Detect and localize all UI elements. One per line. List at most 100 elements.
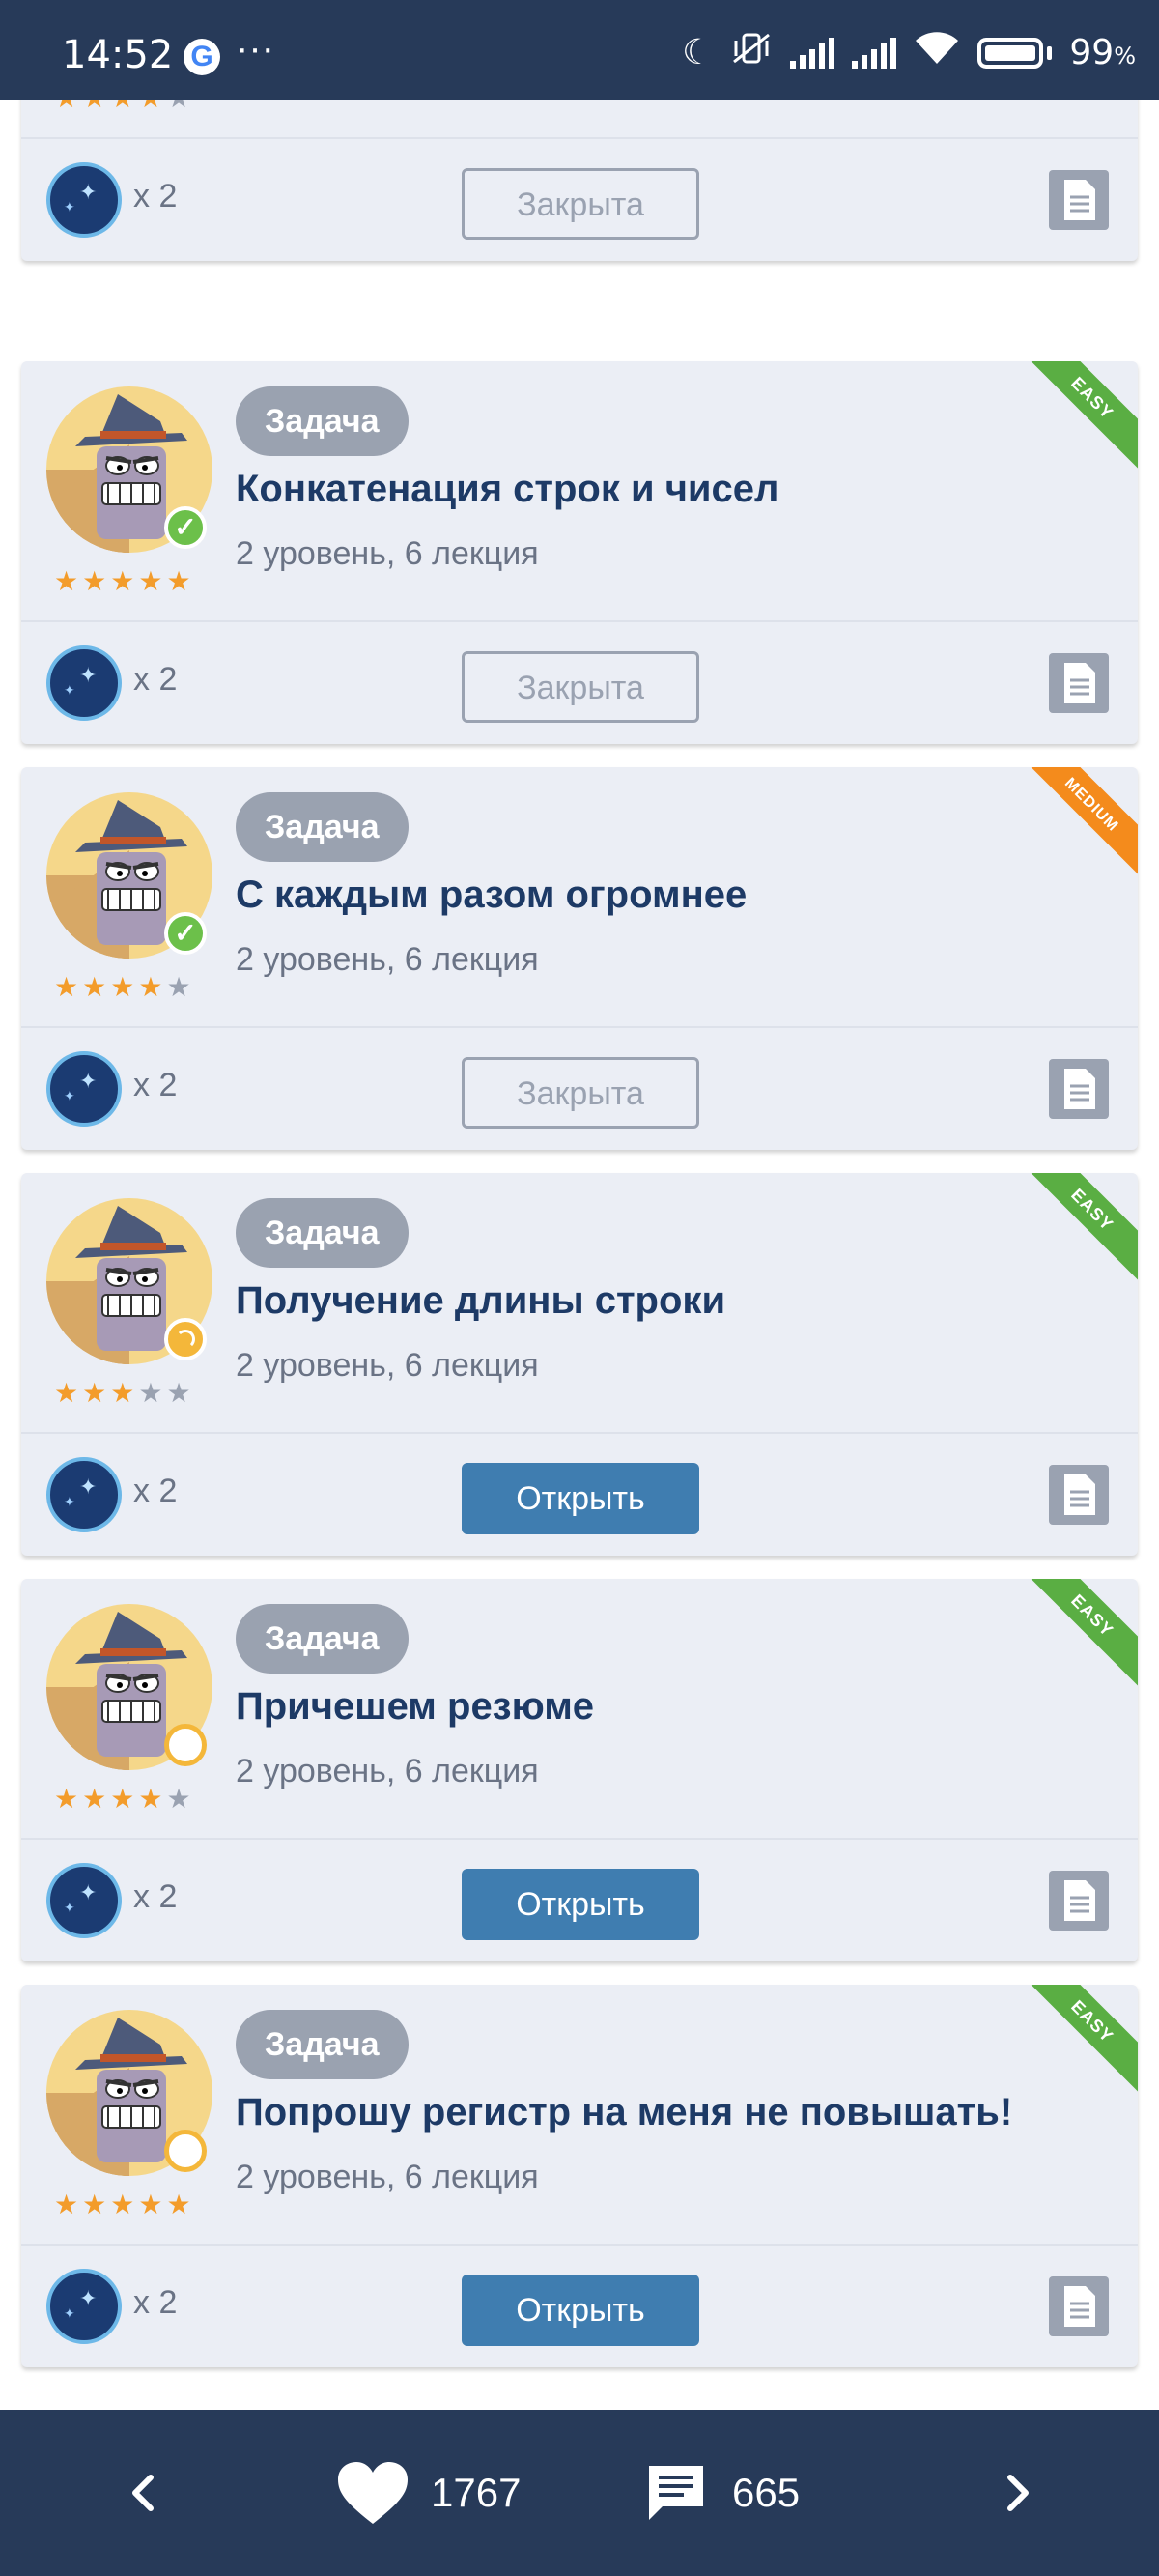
rating-stars: ★★★★★ [54, 568, 209, 595]
dark-matter-coin-icon [46, 2269, 122, 2344]
difficulty-ribbon: EASY [1022, 361, 1138, 469]
dark-matter-coin-icon [46, 1457, 122, 1532]
task-title[interactable]: Конкатенация строк и чисел [236, 468, 778, 511]
task-card[interactable]: ★ ★ ★ ★ ★ Задача Получение длины строки 2 урове… [21, 1173, 1138, 1556]
difficulty-ribbon: EASY [1022, 1985, 1138, 2092]
comments-button[interactable]: 665 [645, 2410, 800, 2576]
battery-icon [977, 37, 1044, 69]
status-done-icon [164, 912, 207, 955]
task-card-header: ★ ★ ★ ★ ★ Задача Попрошу регистр на меня не по… [21, 1985, 1138, 2246]
signal-icon-1 [790, 37, 835, 69]
task-card-footer: x 2 Закрыта [21, 1028, 1138, 1150]
difficulty-ribbon: EASY [1022, 1579, 1138, 1686]
task-meta: 2 уровень, 6 лекция [236, 1347, 539, 1384]
star-icon: ★ [82, 1377, 107, 1409]
task-card-footer: x 2 Открыть [21, 2246, 1138, 2367]
task-meta: 2 уровень, 6 лекция [236, 1753, 539, 1789]
star-icon: ★ [166, 1783, 191, 1815]
rating-stars: ★★★★★ [54, 974, 209, 1001]
dark-matter-coin-icon [46, 162, 122, 238]
task-type-badge: Задача [236, 1604, 409, 1674]
reward-multiplier: x 2 [133, 1067, 178, 1103]
star-icon: ★ [166, 565, 191, 597]
star-icon: ★ [82, 971, 107, 1003]
star-icon: ★ [166, 2189, 191, 2220]
status-open-icon [164, 1724, 207, 1766]
task-type-badge: Задача [236, 1198, 409, 1268]
difficulty-ribbon: EASY [1022, 1173, 1138, 1280]
comments-count: 665 [732, 2470, 801, 2515]
star-icon: ★ [82, 565, 107, 597]
task-card-footer: x 2 Открыть [21, 1840, 1138, 1961]
star-icon: ★ [110, 2189, 135, 2220]
task-closed-button[interactable]: Закрыта [462, 651, 699, 723]
task-title[interactable]: Причешем резюме [236, 1685, 594, 1729]
task-title[interactable]: Попрошу регистр на меня не повышать! [236, 2091, 1012, 2134]
difficulty-ribbon: MEDIUM [1022, 767, 1138, 874]
more-notifications-icon: ··· [236, 27, 274, 70]
heart-icon [338, 2462, 408, 2524]
task-card-header: ★★★★★ Задача Конкатенация строк и чисел 2 у… [21, 361, 1138, 622]
task-meta: 2 уровень, 6 лекция [236, 2159, 539, 2195]
star-icon: ★ [166, 971, 191, 1003]
task-title[interactable]: Получение длины строки [236, 1279, 725, 1323]
document-icon[interactable] [1049, 1465, 1109, 1525]
task-closed-button[interactable]: Закрыта [462, 168, 699, 240]
moon-icon: ☾ [682, 33, 714, 72]
forward-arrow-icon[interactable] [999, 2410, 1037, 2576]
reward-multiplier: x 2 [133, 661, 178, 698]
star-icon: ★ [138, 971, 163, 1003]
task-card[interactable]: ★★★★★ЗадачаС каждым разом огромнее2 уров… [21, 767, 1138, 1150]
task-card-footer: x 2 Закрыта [21, 622, 1138, 744]
star-icon: ★ [138, 1377, 163, 1409]
task-open-button[interactable]: Открыть [462, 2275, 699, 2346]
battery-tip [1047, 45, 1053, 60]
wifi-icon [914, 31, 960, 74]
rating-stars: ★★★★★ [54, 1786, 209, 1813]
status-open-icon [164, 2130, 207, 2172]
task-type-badge: Задача [236, 386, 409, 456]
task-type-badge: Задача [236, 792, 409, 862]
reward-multiplier: x 2 [133, 1473, 178, 1509]
task-title[interactable]: С каждым разом огромнее [236, 873, 747, 917]
document-icon[interactable] [1049, 2276, 1109, 2336]
task-card[interactable]: ★★★★★ Задача Конкатенация строк и чисел 2 у… [21, 361, 1138, 744]
task-card-footer: x 2 Открыть [21, 1434, 1138, 1556]
google-icon: G [184, 39, 220, 75]
task-closed-button[interactable]: Закрыта [462, 1057, 699, 1129]
task-card[interactable]: ★ ★ ★ ★ ★ Задача Попрошу регистр на меня не по… [21, 1985, 1138, 2367]
rating-stars: ★★★★★ [54, 1380, 209, 1407]
dark-matter-coin-icon [46, 645, 122, 721]
status-progress-icon [164, 1318, 207, 1360]
task-open-button[interactable]: Открыть [462, 1869, 699, 1940]
dark-matter-coin-icon [46, 1863, 122, 1938]
document-icon[interactable] [1049, 1871, 1109, 1931]
rating-stars: ★★★★★ [54, 2191, 209, 2218]
likes-count: 1767 [431, 2470, 522, 2515]
task-card-header: ★ ★ ★ ★ ★ Задача Причешем резюме 2 уровень, 6 л… [21, 1579, 1138, 1840]
reward-multiplier: x 2 [133, 178, 178, 215]
status-done-icon [164, 506, 207, 549]
document-icon[interactable] [1049, 1059, 1109, 1119]
like-button[interactable]: 1767 [336, 2410, 521, 2576]
star-icon: ★ [82, 1783, 107, 1815]
battery-level: 99% [1069, 33, 1136, 72]
reward-multiplier: x 2 [133, 2284, 178, 2321]
task-card-header: ★★★★★ЗадачаС каждым разом огромнее2 уров… [21, 767, 1138, 1028]
status-bar: 14:52 G ··· ☾ 99% [0, 0, 1159, 100]
document-icon[interactable] [1049, 170, 1109, 230]
vibrate-off-icon [730, 31, 773, 74]
document-icon[interactable] [1049, 653, 1109, 713]
star-icon: ★ [54, 971, 79, 1003]
star-icon: ★ [138, 565, 163, 597]
task-open-button[interactable]: Открыть [462, 1463, 699, 1534]
task-meta: 2 уровень, 6 лекция [236, 535, 539, 572]
bottom-bar: 1767 665 [0, 2410, 1159, 2576]
back-arrow-icon[interactable] [124, 2410, 162, 2576]
star-icon: ★ [54, 1377, 79, 1409]
task-type-badge: Задача [236, 2010, 409, 2079]
star-icon: ★ [54, 2189, 79, 2220]
task-card[interactable]: ★ ★ ★ ★ ★ Задача Причешем резюме 2 уровень, 6 л… [21, 1579, 1138, 1961]
status-time: 14:52 [62, 33, 174, 77]
star-icon: ★ [54, 1783, 79, 1815]
